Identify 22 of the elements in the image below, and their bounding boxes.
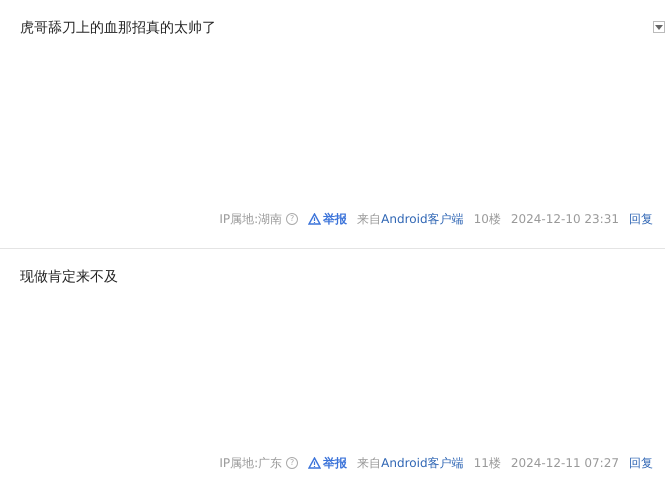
floor-number: 10楼 <box>474 211 501 228</box>
report-link[interactable]: 举报 <box>308 210 348 228</box>
ip-location: IP属地:广东 <box>219 455 282 472</box>
ip-location: IP属地:湖南 <box>219 211 282 228</box>
source-link[interactable]: Android客户端 <box>381 212 464 226</box>
reply-link[interactable]: 回复 <box>629 454 653 472</box>
post-time: 2024-12-10 23:31 <box>510 211 619 228</box>
help-icon: ? <box>286 457 298 469</box>
warning-icon <box>308 213 322 225</box>
caret-icon <box>655 24 663 30</box>
post-time: 2024-12-11 07:27 <box>510 455 619 472</box>
floor-number: 11楼 <box>474 455 501 472</box>
report-link[interactable]: 举报 <box>308 454 348 472</box>
post-text: 虎哥舔刀上的血那招真的太帅了 <box>20 19 216 38</box>
source-label: 来自 <box>357 212 382 226</box>
reply-link[interactable]: 回复 <box>629 210 653 228</box>
warning-icon <box>308 457 322 469</box>
source-label: 来自 <box>357 456 382 470</box>
help-icon: ? <box>286 213 298 225</box>
dropdown-toggle[interactable] <box>653 21 665 33</box>
source-link[interactable]: Android客户端 <box>381 456 464 470</box>
post-text: 现做肯定来不及 <box>20 268 118 287</box>
